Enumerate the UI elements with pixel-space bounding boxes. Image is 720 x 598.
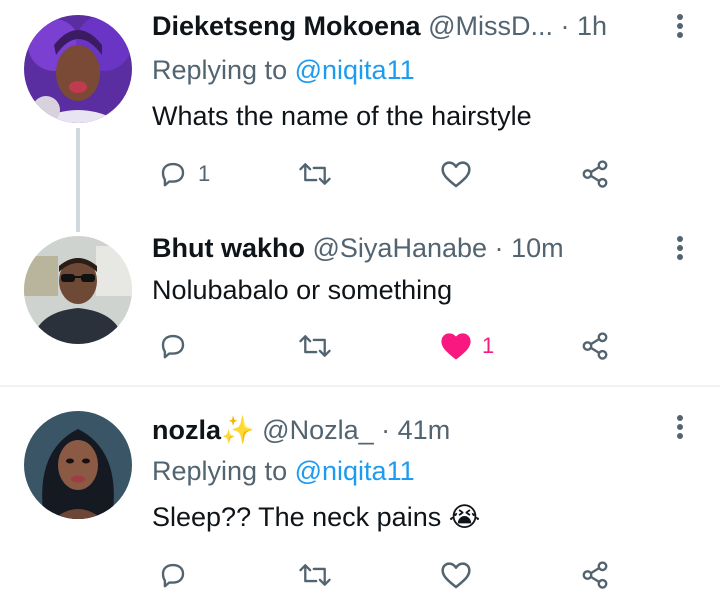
replying-prefix: Replying to xyxy=(152,55,288,85)
separator-dot: · xyxy=(381,415,391,445)
user-handle[interactable]: @SiyaHanabe xyxy=(313,233,488,263)
retweet-icon xyxy=(299,163,331,185)
crying-emoji: 😭 xyxy=(448,502,481,532)
replying-prefix: Replying to xyxy=(152,456,288,486)
timestamp[interactable]: 1h xyxy=(577,11,607,41)
share-button[interactable] xyxy=(580,555,610,595)
separator-dot: · xyxy=(494,233,504,263)
retweet-icon xyxy=(299,564,331,586)
avatar[interactable] xyxy=(24,411,132,519)
retweet-button[interactable] xyxy=(298,326,342,366)
reply-button[interactable] xyxy=(158,555,198,595)
user-handle[interactable]: @Nozla_ xyxy=(262,415,373,445)
mention-link[interactable]: @niqita11 xyxy=(295,456,415,486)
like-button[interactable] xyxy=(440,555,482,595)
action-bar: 1 xyxy=(0,154,720,194)
reply-icon xyxy=(161,563,185,588)
tweet-text: Sleep?? The neck pains 😭 xyxy=(152,497,480,537)
retweet-icon xyxy=(299,335,331,357)
share-icon xyxy=(582,160,608,188)
tweet-header: Dieketseng Mokoena @MissD... · 1h xyxy=(152,6,650,46)
mention-link[interactable]: @niqita11 xyxy=(295,55,415,85)
tweet-text-body: Sleep?? The neck pains xyxy=(152,502,442,532)
timestamp[interactable]: 41m xyxy=(398,415,451,445)
like-icon xyxy=(441,161,471,188)
share-button[interactable] xyxy=(580,154,610,194)
replying-to: Replying to @niqita11 xyxy=(152,50,415,90)
reply-icon xyxy=(161,162,185,187)
reply-count: 1 xyxy=(198,161,211,186)
avatar[interactable] xyxy=(24,15,132,123)
display-name[interactable]: nozla xyxy=(152,415,221,445)
sparkles-emoji: ✨ xyxy=(221,415,255,445)
like-button[interactable]: 1 xyxy=(440,326,494,366)
like-button[interactable] xyxy=(440,154,482,194)
share-icon xyxy=(582,561,608,589)
display-name[interactable]: Bhut wakho xyxy=(152,233,305,263)
action-bar: 1 xyxy=(0,326,720,366)
tweet-1[interactable]: Dieketseng Mokoena @MissD... · 1h Replyi… xyxy=(0,0,720,232)
timestamp[interactable]: 10m xyxy=(511,233,564,263)
replying-to: Replying to @niqita11 xyxy=(152,451,415,491)
reply-button[interactable]: 1 xyxy=(158,154,210,194)
tweet-2[interactable]: Bhut wakho @SiyaHanabe · 10m Nolubabalo … xyxy=(0,200,720,385)
action-bar xyxy=(0,555,720,595)
display-name[interactable]: Dieketseng Mokoena xyxy=(152,11,421,41)
separator-dot: · xyxy=(560,11,570,41)
more-icon[interactable] xyxy=(670,6,690,46)
reply-icon xyxy=(161,334,185,359)
reply-button[interactable] xyxy=(158,326,198,366)
like-icon xyxy=(441,562,471,589)
tweet-text: Whats the name of the hairstyle xyxy=(152,101,532,131)
tweet-3[interactable]: nozla✨ @Nozla_ · 41m Replying to @niqita… xyxy=(0,387,720,598)
tweet-header: Bhut wakho @SiyaHanabe · 10m xyxy=(152,228,650,268)
more-icon[interactable] xyxy=(670,228,690,268)
user-handle[interactable]: @MissD... xyxy=(428,11,553,41)
share-icon xyxy=(582,332,608,360)
share-button[interactable] xyxy=(580,326,610,366)
tweet-header: nozla✨ @Nozla_ · 41m xyxy=(152,410,650,450)
retweet-button[interactable] xyxy=(298,154,342,194)
retweet-button[interactable] xyxy=(298,555,342,595)
like-icon-filled xyxy=(441,333,471,360)
tweet-text: Nolubabalo or something xyxy=(152,275,453,305)
like-count: 1 xyxy=(482,333,495,358)
more-icon[interactable] xyxy=(670,407,690,447)
